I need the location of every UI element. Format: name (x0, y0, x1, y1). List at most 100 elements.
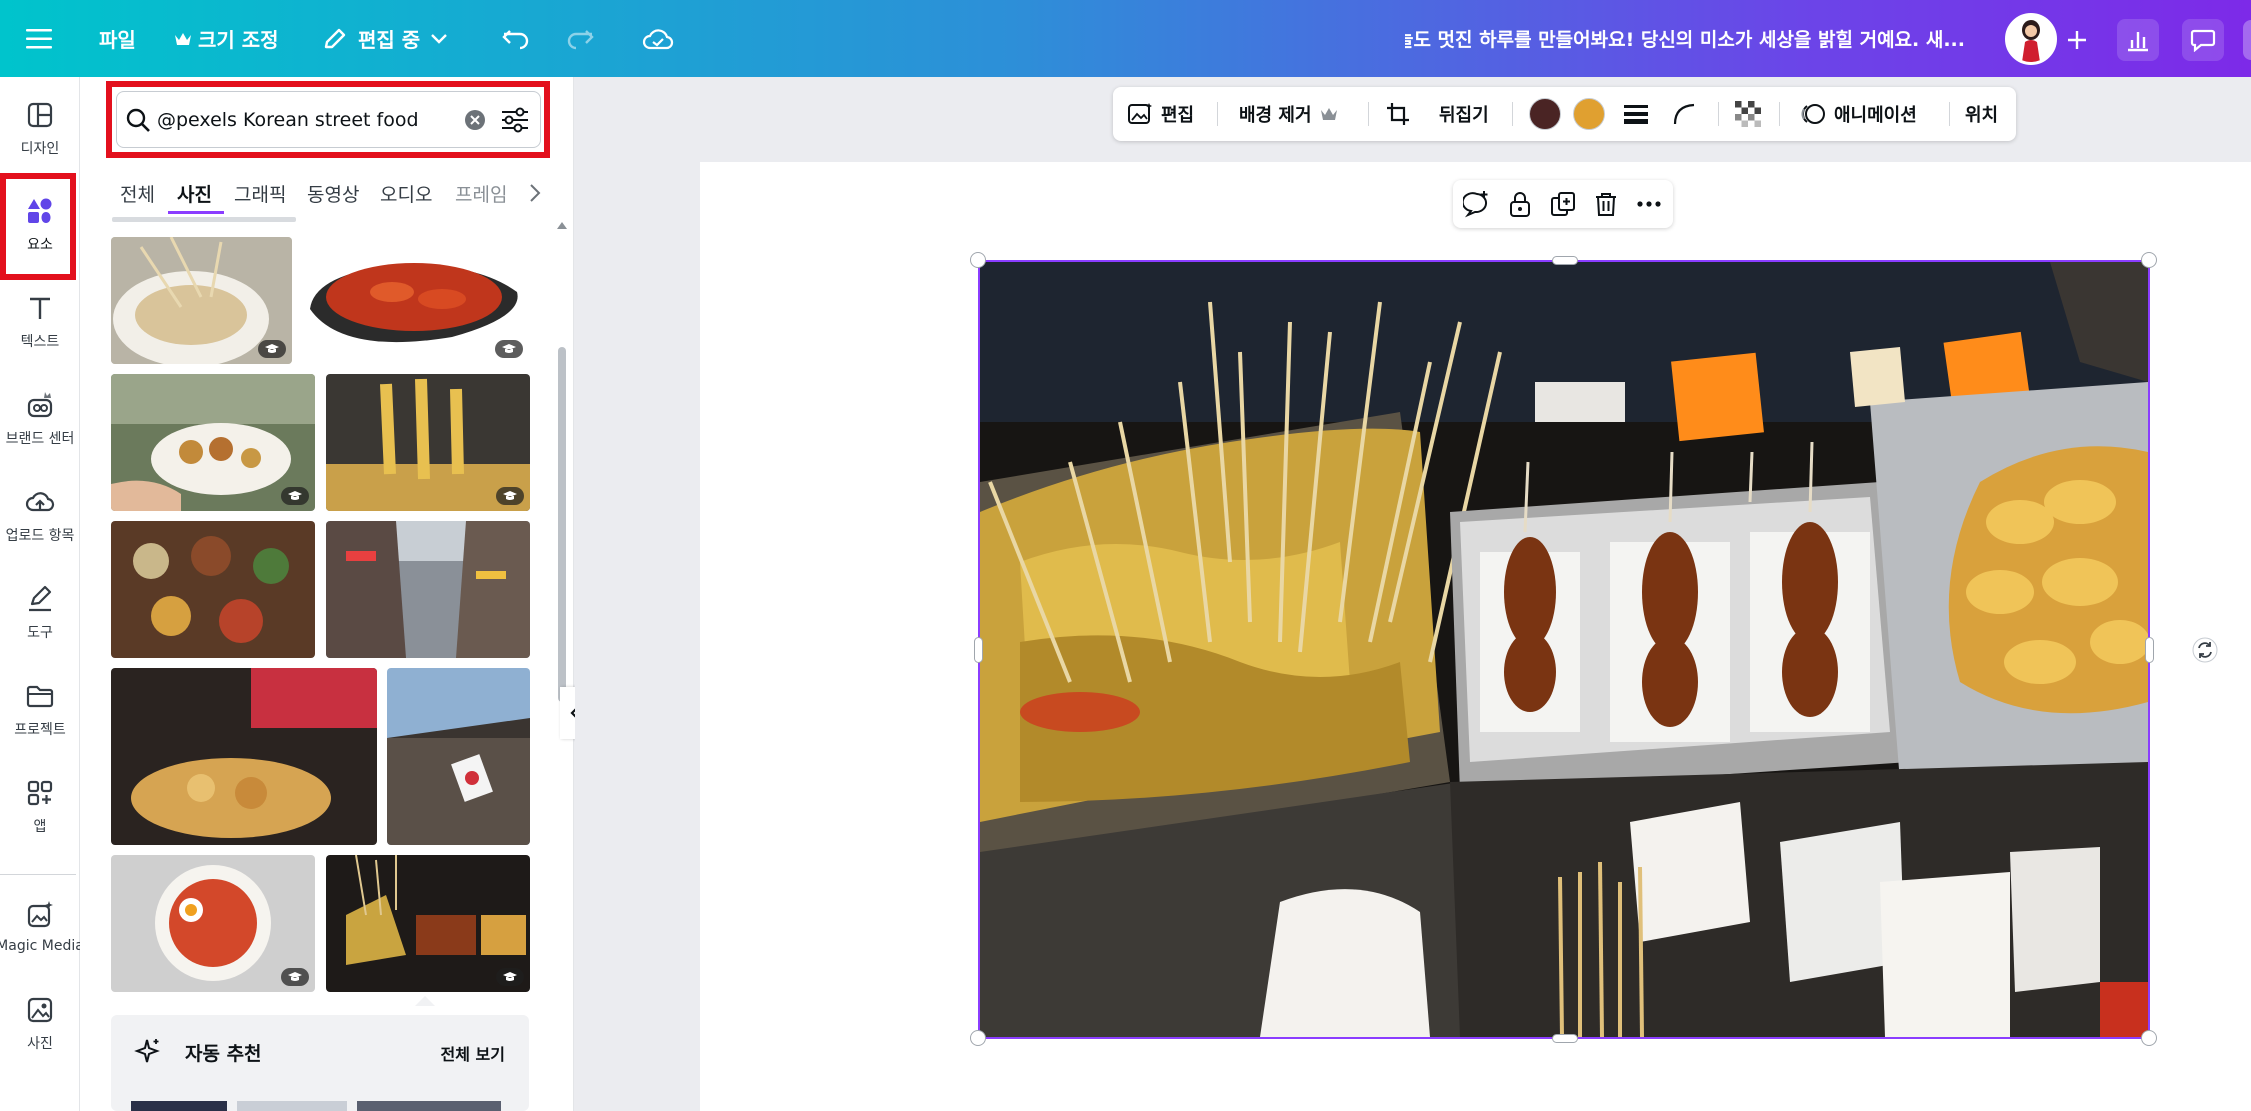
upload-icon (25, 492, 55, 512)
color-swatch-2[interactable] (1573, 87, 1605, 141)
image-toolbar: 편집 배경 제거 뒤집기 애니메이션 위치 (1113, 87, 2016, 141)
resize-handle-bottom-right[interactable] (2141, 1030, 2157, 1046)
photo-thumbnail-hand-plate[interactable] (111, 374, 315, 511)
resize-label: 크기 조정 (198, 28, 279, 52)
bar-chart-icon (2128, 32, 2148, 52)
duplicate-icon[interactable] (1549, 190, 1577, 218)
avatar[interactable] (2005, 13, 2057, 65)
draw-icon (29, 585, 52, 612)
element-context-bar (1453, 180, 1673, 228)
rail-item-brand[interactable]: 브랜드 센터 (0, 374, 80, 464)
crown-icon (175, 32, 191, 45)
animate-icon (1801, 104, 1825, 124)
photo-thumbnail-fishcake-bowl[interactable] (111, 237, 292, 364)
rail-item-uploads[interactable]: 업로드 항목 (0, 471, 80, 561)
resize-handle-bottom-left[interactable] (970, 1030, 986, 1046)
border-style-button[interactable] (1623, 87, 1649, 141)
left-rail: 디자인 요소 텍스트 브랜드 센터 업로드 항목 도구 프로젝트 앱 Magic… (0, 77, 84, 1111)
search-box[interactable] (116, 91, 541, 148)
comments-button[interactable] (2182, 19, 2224, 61)
tab-all[interactable]: 전체 (120, 171, 155, 215)
image-edit-icon (1128, 103, 1152, 124)
rail-label-brand: 브랜드 센터 (5, 431, 75, 447)
rail-item-magic-media[interactable]: Magic Media (0, 882, 88, 972)
resize-handle-bottom[interactable] (1552, 1034, 1578, 1043)
selected-photo-street-food-stall[interactable] (978, 260, 2150, 1039)
rotate-handle[interactable] (2191, 636, 2219, 664)
tab-graphics[interactable]: 그래픽 (234, 171, 286, 215)
transparency-button[interactable] (1735, 87, 1761, 141)
plus-icon (2068, 31, 2086, 49)
rail-item-apps[interactable]: 앱 (0, 762, 80, 852)
photo-thumbnail-tornado-potato[interactable] (326, 374, 530, 511)
rail-item-text[interactable]: 텍스트 (0, 277, 80, 367)
undo-icon (502, 29, 529, 49)
rail-label-projects: 프로젝트 (14, 722, 66, 738)
resize-handle-top[interactable] (1552, 256, 1578, 265)
premium-badge (281, 968, 309, 986)
tab-videos[interactable]: 동영상 (307, 171, 359, 215)
delete-icon[interactable] (1592, 190, 1620, 218)
tab-frames[interactable]: 프레임 (455, 171, 507, 215)
color-swatch-1[interactable] (1529, 87, 1561, 141)
position-button[interactable]: 위치 (1965, 87, 1998, 141)
redo-button[interactable] (566, 0, 594, 77)
undo-button[interactable] (502, 0, 530, 77)
see-all-link[interactable]: 전체 보기 (441, 1041, 505, 1065)
animate-button[interactable]: 애니메이션 (1800, 87, 1917, 141)
insights-button[interactable] (2117, 19, 2159, 61)
premium-badge (258, 340, 286, 358)
magic-media-icon (27, 901, 53, 928)
design-title[interactable]: 오늘도 멋진 하루를 만들어봐요! 당신의 미소가 세상을 밝힐 거예요. 새.… (1405, 0, 1965, 77)
add-comment-icon[interactable] (1463, 190, 1491, 218)
photo-thumbnail-hanok-flag[interactable] (387, 668, 530, 845)
edit-image-button[interactable]: 편집 (1127, 87, 1194, 141)
search-input[interactable] (157, 102, 447, 138)
rail-item-projects[interactable]: 프로젝트 (0, 665, 80, 755)
premium-badge (496, 487, 524, 505)
flip-button[interactable]: 뒤집기 (1439, 87, 1489, 141)
photo-thumbnail-table-spread[interactable] (111, 521, 315, 658)
menu-icon (26, 28, 52, 48)
pencil-icon (324, 28, 346, 48)
file-menu-button[interactable]: 파일 (99, 0, 136, 77)
resize-handle-top-right[interactable] (2141, 252, 2157, 268)
bg-remove-button[interactable]: 배경 제거 (1239, 87, 1338, 141)
resize-handle-top-left[interactable] (970, 252, 986, 268)
recommend-thumb-2[interactable] (237, 1101, 347, 1111)
crop-button[interactable] (1385, 87, 1411, 141)
tabs-scroll-right-icon[interactable] (528, 183, 542, 203)
previous-row-edge (112, 217, 296, 222)
photo-thumbnail-ramyeon-bowl[interactable] (111, 855, 315, 992)
tab-photos[interactable]: 사진 (177, 171, 212, 215)
rail-item-design[interactable]: 디자인 (0, 84, 80, 174)
rail-item-photos[interactable]: 사진 (0, 979, 80, 1069)
resize-handle-left[interactable] (974, 637, 983, 663)
photo-icon (27, 997, 53, 1023)
tab-audio[interactable]: 오디오 (380, 171, 432, 215)
recommend-thumb-3[interactable] (357, 1101, 501, 1111)
resize-handle-right[interactable] (2145, 637, 2154, 663)
rail-item-tools[interactable]: 도구 (0, 568, 80, 658)
more-options-icon[interactable] (1635, 190, 1663, 218)
save-status-button[interactable] (642, 0, 674, 77)
topbar-overflow-edge (2243, 20, 2251, 60)
recommend-thumb-1[interactable] (131, 1101, 227, 1111)
rail-divider (0, 874, 76, 875)
photo-thumbnail-tteokbokki-plate[interactable] (302, 237, 529, 364)
photo-thumbnail-skewer-stall[interactable] (326, 855, 530, 992)
menu-button[interactable] (26, 0, 54, 77)
editing-mode-button[interactable]: 편집 중 (322, 0, 448, 77)
comment-icon (2190, 29, 2216, 52)
active-tab-underline (168, 211, 224, 214)
resize-button[interactable]: 크기 조정 (174, 0, 279, 77)
lock-icon[interactable] (1506, 190, 1534, 218)
top-bar: 파일 크기 조정 편집 중 오늘도 멋진 하루를 만들어봐요! 당신의 미소가 … (0, 0, 2251, 77)
photo-thumbnail-market-stall[interactable] (111, 668, 377, 845)
filter-sliders-icon[interactable] (500, 106, 530, 134)
clear-search-icon[interactable] (464, 109, 486, 131)
share-add-button[interactable] (2056, 19, 2098, 61)
panel-scroll-thumb[interactable] (558, 347, 566, 702)
corner-rounding-button[interactable] (1672, 87, 1696, 141)
photo-thumbnail-street[interactable] (326, 521, 530, 658)
